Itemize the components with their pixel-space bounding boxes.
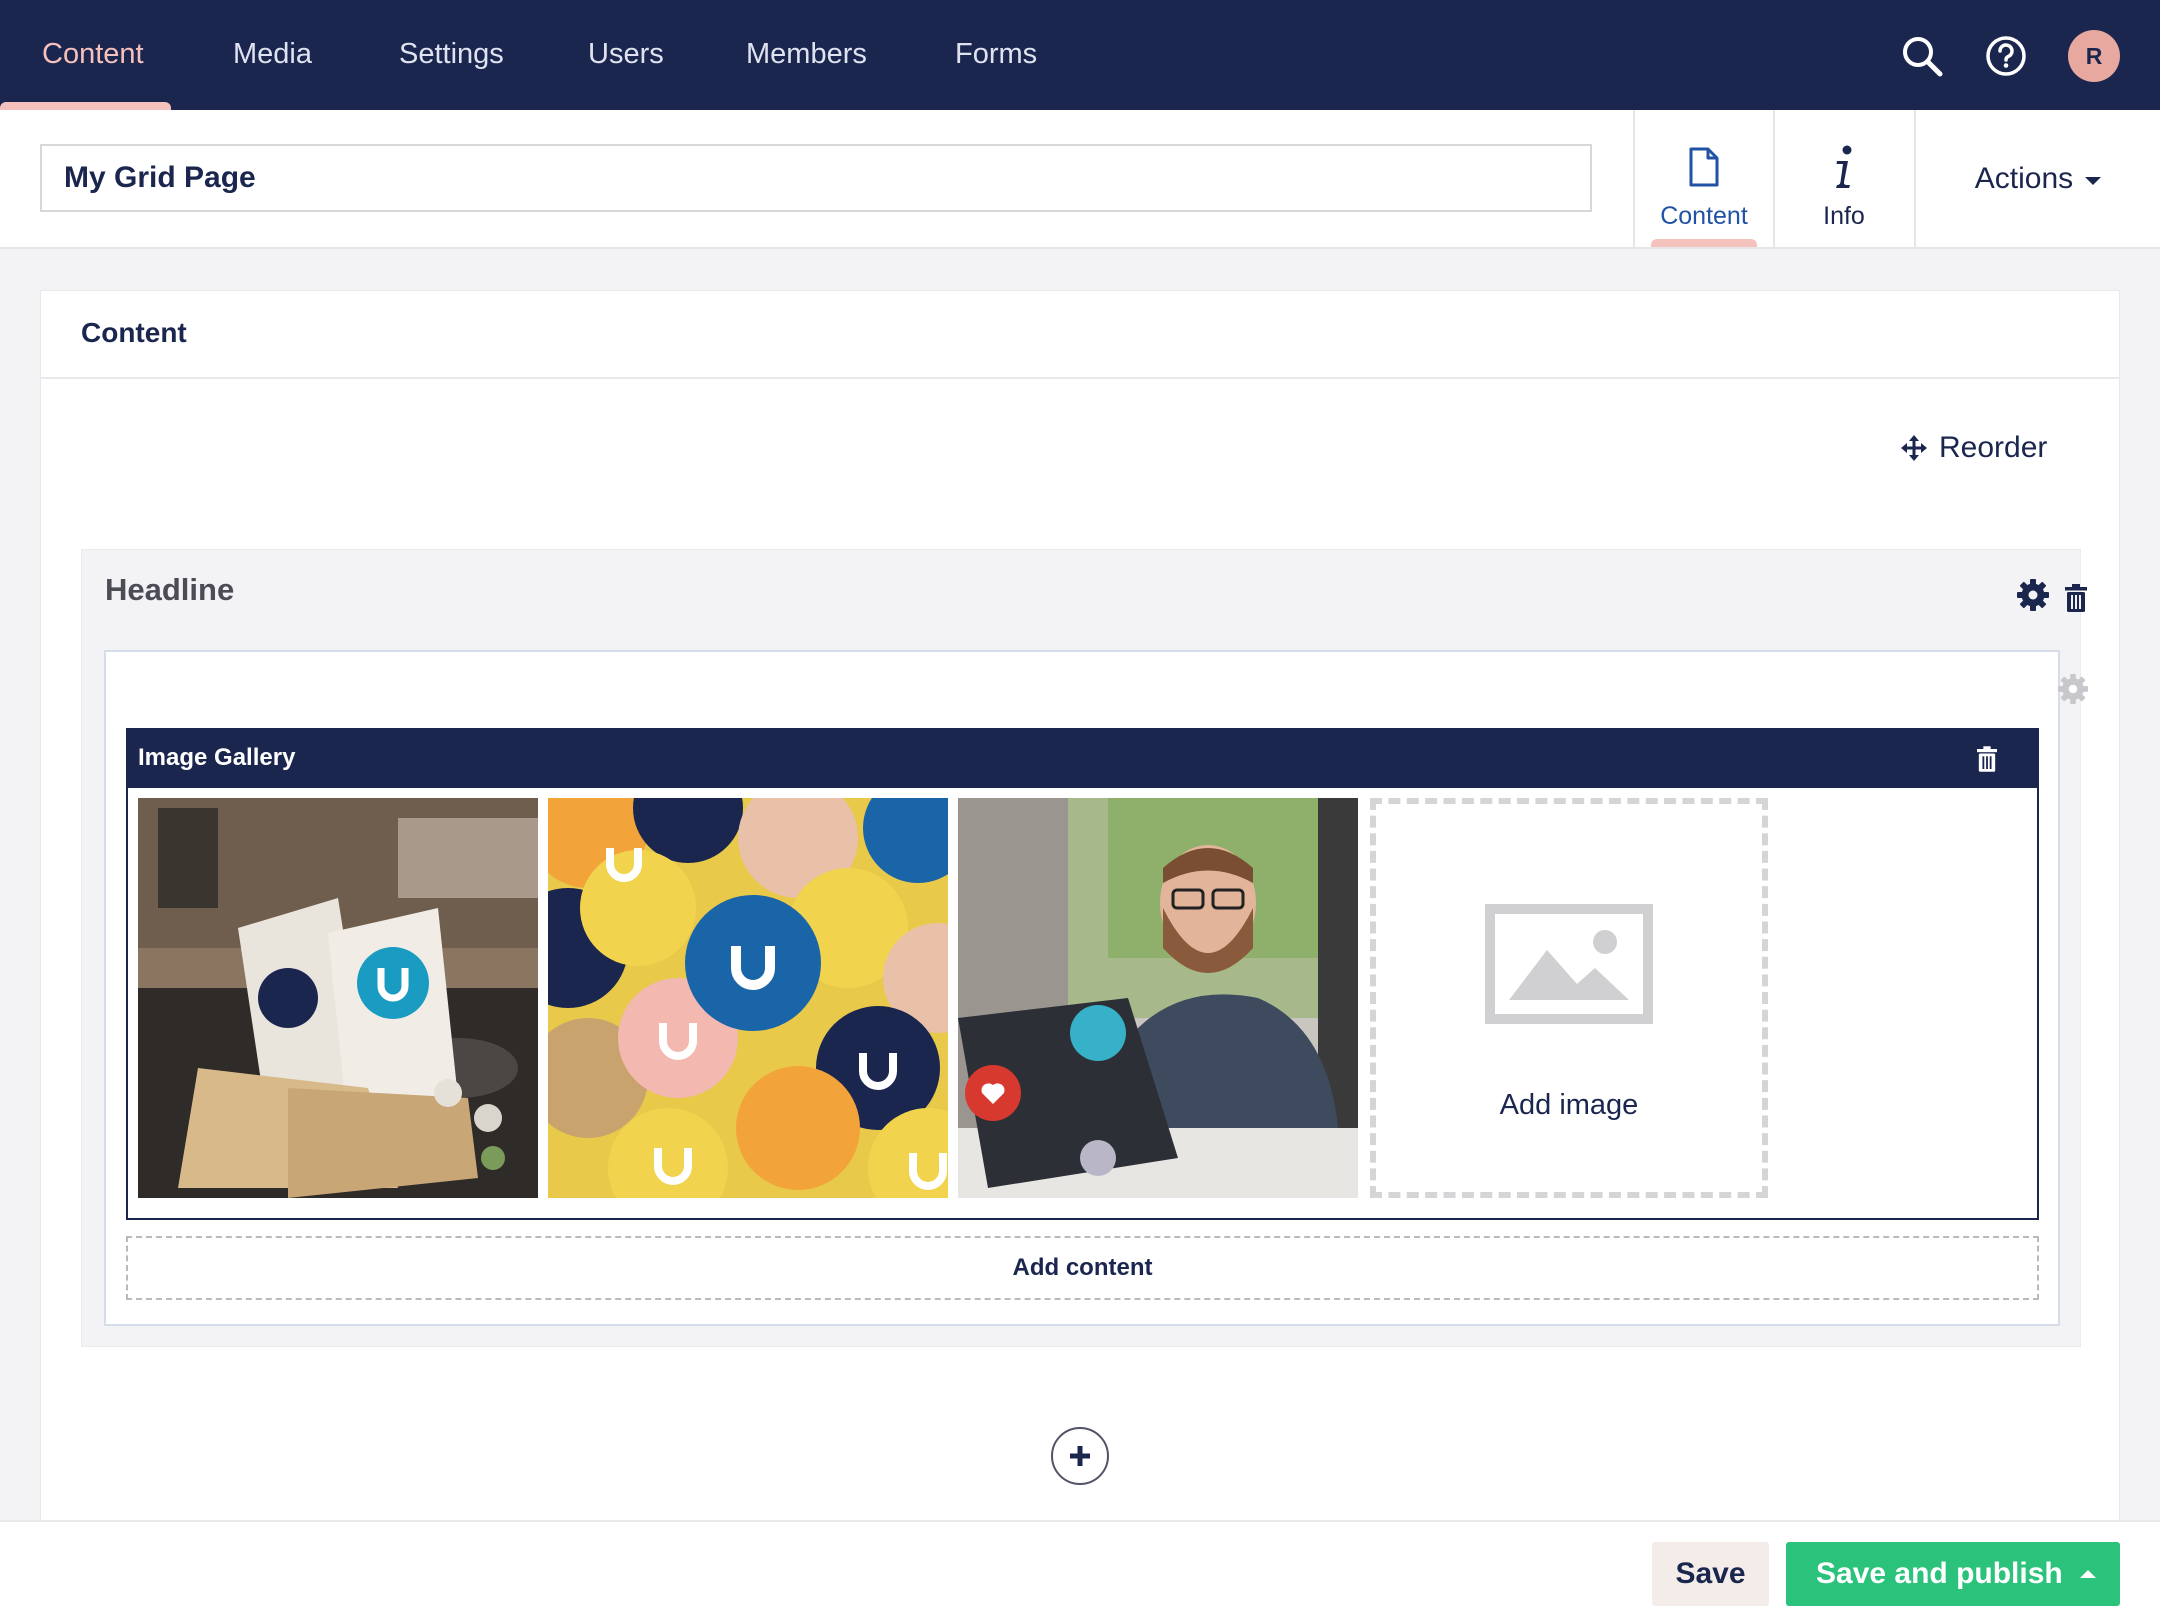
editor-delete-icon[interactable]	[1977, 746, 1997, 777]
user-avatar[interactable]: R	[2068, 30, 2120, 82]
actions-label: Actions	[1974, 161, 2074, 195]
nav-forms[interactable]: Forms	[955, 0, 1037, 110]
caret-down-icon	[2085, 176, 2102, 185]
grid-cell[interactable]: Image Gallery Add image Add content	[104, 650, 2089, 1326]
caret-up-icon[interactable]	[2080, 1570, 2096, 1578]
grid-row: Headline Image Gallery Add image Add con…	[81, 549, 2089, 1347]
content-panel: Content Reorder Headline Image Gallery A…	[40, 290, 2120, 1522]
row-delete-icon[interactable]	[2065, 584, 2087, 617]
add-image-label: Add image	[1499, 1089, 1639, 1121]
nav-content[interactable]: Content	[42, 0, 144, 110]
nav-media[interactable]: Media	[233, 0, 312, 110]
reorder-button[interactable]: Reorder	[1901, 431, 2047, 465]
tab-content-label: Content	[1660, 202, 1748, 230]
panel-header: Content	[41, 291, 2119, 379]
help-icon[interactable]	[1978, 28, 2034, 84]
gallery-image-2[interactable]	[548, 798, 948, 1198]
actions-dropdown[interactable]: Actions	[1914, 110, 2160, 247]
nav-settings[interactable]: Settings	[399, 0, 504, 110]
page-name-input[interactable]	[40, 144, 1592, 212]
gallery-image-1[interactable]	[138, 798, 538, 1198]
nav-members[interactable]: Members	[746, 0, 867, 110]
save-and-publish-label: Save and publish	[1816, 1557, 2063, 1590]
tab-info-label: Info	[1823, 202, 1865, 230]
editor-footer: Save Save and publish	[0, 1520, 2160, 1620]
top-navigation: Content Media Settings Users Members For…	[0, 0, 2160, 110]
row-settings-icon[interactable]	[2016, 578, 2050, 617]
add-row-button[interactable]	[1051, 1427, 1109, 1485]
search-icon[interactable]	[1894, 28, 1950, 84]
editor-header: Content Info Actions	[0, 110, 2160, 249]
move-icon	[1901, 435, 1927, 461]
image-gallery-editor[interactable]: Image Gallery Add image	[126, 728, 2039, 1220]
save-button[interactable]: Save	[1652, 1542, 1769, 1606]
plus-icon	[1070, 1446, 1090, 1466]
tab-info[interactable]: Info	[1773, 110, 1913, 247]
nav-active-indicator	[0, 102, 171, 110]
add-image-button[interactable]: Add image	[1370, 798, 1768, 1198]
add-content-button[interactable]: Add content	[126, 1236, 2039, 1300]
editor-title: Image Gallery	[138, 744, 296, 771]
row-title: Headline	[105, 572, 235, 607]
info-icon	[1832, 144, 1856, 190]
cell-settings-icon[interactable]	[2057, 673, 2089, 710]
save-and-publish-button[interactable]: Save and publish	[1786, 1542, 2120, 1606]
tab-active-indicator	[1651, 239, 1757, 247]
panel-title: Content	[81, 317, 187, 348]
editor-header: Image Gallery	[128, 730, 2037, 788]
tab-content[interactable]: Content	[1633, 110, 1773, 247]
document-icon	[1688, 144, 1720, 190]
reorder-label: Reorder	[1939, 431, 2048, 464]
nav-users[interactable]: Users	[588, 0, 664, 110]
image-placeholder-icon	[1485, 904, 1653, 1029]
gallery-image-3[interactable]	[958, 798, 1358, 1198]
